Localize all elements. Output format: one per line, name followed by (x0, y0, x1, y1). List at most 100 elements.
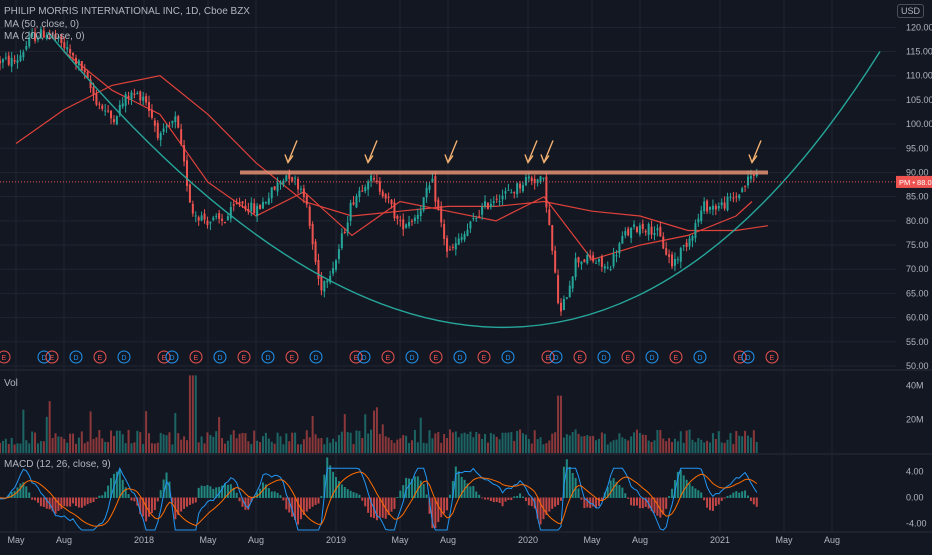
candle-body (527, 176, 530, 179)
volume-bar (36, 443, 39, 453)
volume-pane-label[interactable]: Vol (4, 378, 18, 389)
macd-hist-bar (437, 497, 440, 523)
candle-body (177, 116, 180, 128)
candle-body (323, 281, 326, 292)
macd-hist-bar (329, 465, 332, 498)
time-tick-label: May (391, 535, 409, 545)
macd-hist-bar (516, 495, 519, 498)
candle-body (592, 255, 595, 262)
candle-body (746, 176, 749, 186)
macd-hist-bar (25, 486, 28, 498)
candle-body (1, 59, 4, 63)
macd-hist-bar (343, 486, 346, 498)
volume-bar (510, 432, 513, 453)
volume-bar (185, 440, 188, 453)
volume-bar (253, 430, 256, 453)
candle-body (133, 93, 136, 95)
volume-bar (346, 432, 349, 453)
volume-bar (507, 432, 510, 453)
candle-body (80, 61, 83, 71)
volume-bar (223, 443, 226, 453)
volume-bar (107, 442, 110, 453)
macd-hist-bar (457, 471, 460, 498)
volume-bar (405, 435, 408, 453)
macd-hist-bar (749, 497, 752, 502)
time-tick-label: 2021 (710, 535, 730, 545)
volume-bar (69, 433, 72, 453)
macd-tick-label: 0.00 (906, 493, 924, 503)
volume-bar (7, 444, 10, 453)
candle-body (168, 125, 171, 127)
volume-bar (267, 438, 270, 453)
time-tick-label: Aug (440, 535, 456, 545)
candle-body (194, 215, 197, 217)
volume-bar (206, 432, 209, 453)
volume-bar (60, 436, 63, 453)
time-tick-label: Aug (248, 535, 264, 545)
candle-body (142, 96, 145, 101)
volume-bar (621, 437, 624, 453)
volume-bar (364, 414, 367, 453)
chart-svg[interactable]: EDEDEDEDEDEDEDEDEDEDEDEDEDEDEDEDE 120.00… (0, 0, 932, 550)
candle-body (297, 178, 300, 190)
volume-bar (741, 436, 744, 453)
macd-hist-bar (498, 497, 501, 503)
macd-hist-bar (548, 497, 551, 512)
volume-bar (136, 430, 139, 453)
ma200-legend[interactable]: MA (200, close, 0) (4, 31, 85, 42)
volume-bar (533, 430, 536, 453)
macd-hist-bar (127, 493, 130, 498)
macd-hist-bar (352, 492, 355, 498)
macd-hist-bar (10, 492, 13, 498)
volume-bar (104, 441, 107, 453)
time-tick-label: May (199, 535, 217, 545)
macd-hist-bar (104, 491, 107, 498)
candle-body (16, 60, 19, 63)
volume-bar (101, 438, 104, 453)
volume-bar (466, 433, 469, 453)
candle-body (259, 204, 262, 210)
macd-hist-bar (524, 497, 527, 502)
volume-bar (121, 434, 124, 453)
event-marker-letter: D (697, 355, 702, 362)
macd-hist-bar (267, 488, 270, 498)
event-marker-letter: E (578, 355, 583, 362)
candle-body (682, 245, 685, 247)
time-tick-label: May (775, 535, 793, 545)
volume-bar (612, 440, 615, 453)
macd-hist-bar (714, 497, 717, 507)
volume-bar (390, 440, 393, 453)
macd-hist-bar (682, 475, 685, 498)
volume-bar (749, 437, 752, 453)
volume-bar (130, 443, 133, 453)
volume-bar (542, 444, 545, 453)
volume-bar (375, 407, 378, 453)
volume-bar (16, 443, 19, 453)
macd-pane-label[interactable]: MACD (12, 26, close, 9) (4, 459, 111, 470)
candle-body (332, 268, 335, 274)
volume-bar (25, 440, 28, 453)
volume-bar (443, 434, 446, 453)
event-marker-letter: E (626, 355, 631, 362)
time-tick-label: 2019 (326, 535, 346, 545)
candle-body (200, 215, 203, 221)
volume-bar (469, 431, 472, 453)
candle-body (153, 120, 156, 126)
candle-body (583, 259, 586, 263)
macd-hist-bar (72, 497, 75, 504)
symbol-title[interactable]: PHILIP MORRIS INTERNATIONAL INC, 1D, Cbo… (4, 6, 250, 17)
event-marker-letter: D (73, 355, 78, 362)
macd-hist-bar (74, 497, 77, 506)
currency-badge[interactable]: USD (896, 4, 924, 18)
candle-body (709, 206, 712, 210)
event-marker-letter: D (361, 355, 366, 362)
volume-bar (446, 438, 449, 453)
candle-body (197, 217, 200, 221)
macd-hist-bar (425, 494, 428, 498)
candle-body (110, 110, 113, 119)
ma50-legend[interactable]: MA (50, close, 0) (4, 19, 79, 30)
candle-body (66, 47, 69, 50)
macd-hist-bar (557, 497, 560, 505)
volume-bar (250, 444, 253, 453)
candle-body (320, 276, 323, 291)
